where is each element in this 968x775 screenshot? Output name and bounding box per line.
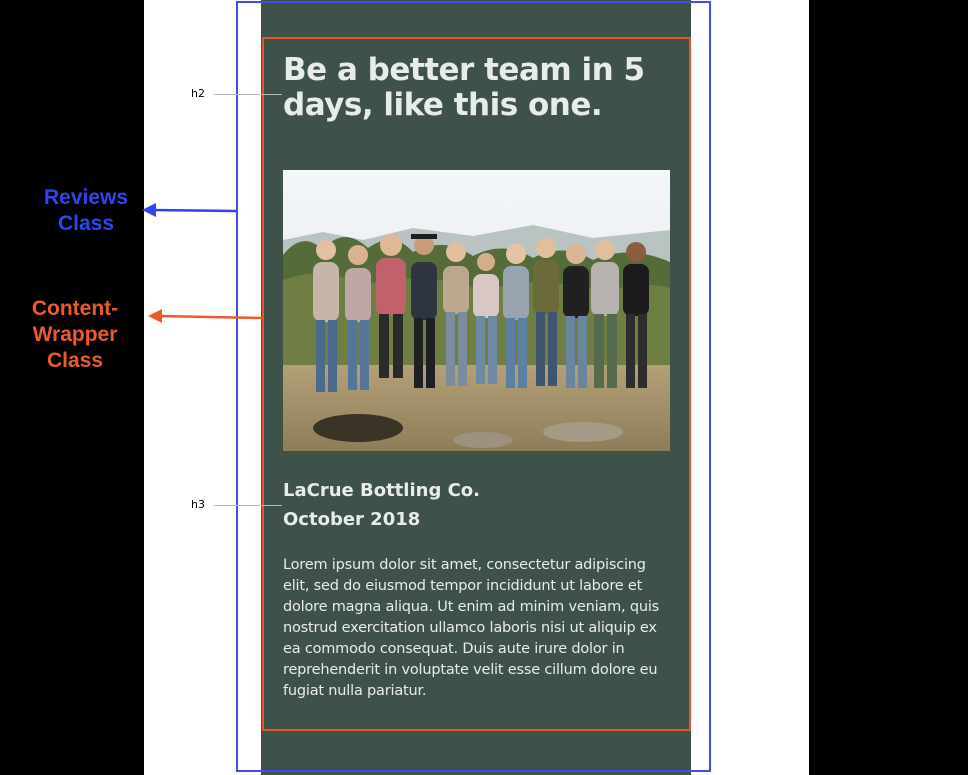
content-wrapper-arrow-icon: [148, 309, 263, 323]
reviews-arrow-icon: [142, 203, 237, 217]
annotation-arrows: [142, 203, 263, 323]
annotated-mockup: Be a better team in 5 days, like this on…: [0, 0, 968, 775]
